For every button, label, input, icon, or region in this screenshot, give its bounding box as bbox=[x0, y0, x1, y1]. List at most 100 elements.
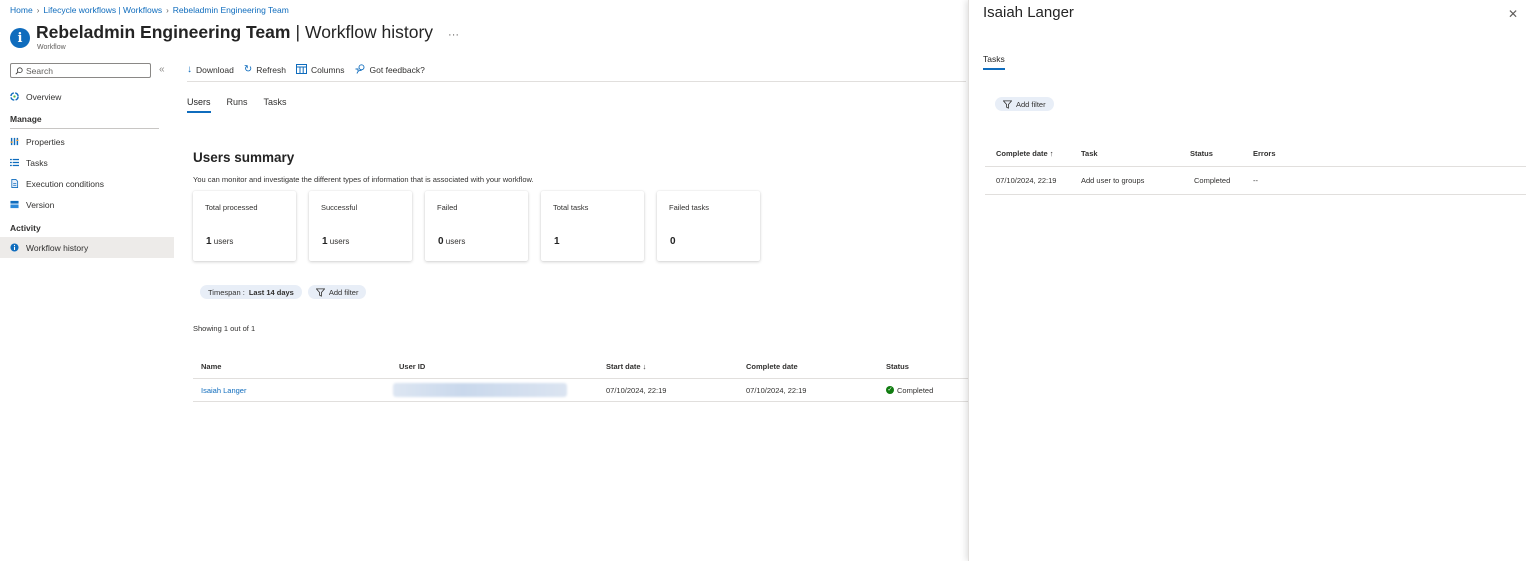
breadcrumb-workflow[interactable]: Rebeladmin Engineering Team bbox=[173, 5, 289, 15]
status-cell: ✓ Completed bbox=[886, 386, 966, 395]
status-text: Completed bbox=[897, 385, 934, 395]
sidebar-item-workflow-history[interactable]: Workflow history bbox=[0, 237, 174, 258]
card-unit: users bbox=[445, 237, 466, 246]
sidebar-item-tasks[interactable]: Tasks bbox=[0, 152, 174, 173]
document-icon bbox=[10, 179, 19, 188]
card-unit: users bbox=[213, 237, 234, 246]
nav-section-activity: Activity bbox=[10, 223, 41, 233]
summary-card-failed-tasks: Failed tasks 0 bbox=[657, 191, 760, 261]
card-label: Successful bbox=[321, 203, 358, 212]
sidebar-item-label: Workflow history bbox=[26, 242, 89, 253]
collapse-sidebar-button[interactable]: « bbox=[159, 64, 165, 75]
filter-icon bbox=[1003, 99, 1012, 109]
errors-cell: -- bbox=[1253, 176, 1258, 185]
columns-icon bbox=[295, 63, 307, 76]
filter-icon bbox=[315, 287, 325, 297]
sidebar-item-label: Tasks bbox=[26, 157, 48, 168]
card-label: Total tasks bbox=[553, 203, 589, 212]
search-input[interactable]: Search bbox=[10, 63, 151, 78]
column-header-status[interactable]: Status bbox=[886, 362, 966, 371]
more-options-button[interactable]: ··· bbox=[448, 29, 459, 41]
table-row[interactable]: Isaiah Langer 07/10/2024, 22:19 07/10/20… bbox=[193, 379, 968, 402]
details-panel: Isaiah Langer ✕ Tasks Add filter Complet… bbox=[968, 0, 1536, 561]
card-value: 0 bbox=[670, 236, 676, 247]
complete-date-cell: 07/10/2024, 22:19 bbox=[746, 385, 807, 395]
breadcrumb-workflows[interactable]: Lifecycle workflows | Workflows bbox=[43, 5, 162, 15]
columns-button[interactable]: Columns bbox=[295, 63, 345, 76]
summary-title: Users summary bbox=[193, 150, 295, 165]
download-button[interactable]: ↓ Download bbox=[187, 64, 234, 75]
result-count: Showing 1 out of 1 bbox=[193, 324, 256, 333]
resource-type: Workflow bbox=[37, 44, 66, 51]
column-header-complete-date[interactable]: Complete date bbox=[746, 362, 886, 371]
users-table: Name User ID Start date ↓ Complete date … bbox=[193, 355, 968, 402]
sidebar-item-label: Properties bbox=[26, 136, 65, 147]
sidebar-item-label: Version bbox=[26, 199, 55, 210]
column-header-task[interactable]: Task bbox=[1081, 149, 1190, 158]
user-id-cell bbox=[393, 383, 606, 397]
tab-tasks[interactable]: Tasks bbox=[264, 97, 287, 113]
panel-tasks-table: Complete date ↑ Task Status Errors 07/10… bbox=[985, 141, 1526, 195]
tab-runs[interactable]: Runs bbox=[227, 97, 248, 113]
summary-card-total-processed: Total processed 1 users bbox=[193, 191, 296, 261]
add-filter-label: Add filter bbox=[1016, 99, 1046, 109]
tab-users[interactable]: Users bbox=[187, 97, 211, 113]
feedback-button[interactable]: Got feedback? bbox=[355, 63, 425, 76]
panel-add-filter-button[interactable]: Add filter bbox=[995, 97, 1054, 111]
refresh-button[interactable]: ↻ Refresh bbox=[244, 64, 286, 75]
sidebar-item-overview[interactable]: Overview bbox=[0, 86, 174, 107]
version-icon bbox=[10, 200, 19, 209]
sidebar-item-version[interactable]: Version bbox=[0, 194, 174, 215]
breadcrumb: Home › Lifecycle workflows | Workflows ›… bbox=[10, 5, 289, 15]
table-header: Name User ID Start date ↓ Complete date … bbox=[193, 355, 968, 379]
complete-date-cell: 07/10/2024, 22:19 bbox=[996, 176, 1057, 185]
download-label: Download bbox=[196, 64, 234, 75]
card-value: 0 bbox=[438, 236, 444, 247]
sidebar-nav: Overview Manage Properties Tasks Executi… bbox=[0, 86, 174, 258]
info-icon: i bbox=[10, 28, 30, 48]
start-date-cell: 07/10/2024, 22:19 bbox=[606, 385, 667, 395]
page-title: Rebeladmin Engineering Team bbox=[36, 22, 291, 42]
page-header: i Rebeladmin Engineering Team | Workflow… bbox=[10, 22, 459, 51]
card-label: Failed tasks bbox=[669, 203, 710, 212]
tab-list: Users Runs Tasks bbox=[187, 97, 287, 113]
status-cell: Completed bbox=[1194, 176, 1231, 185]
table-header: Complete date ↑ Task Status Errors bbox=[985, 141, 1526, 167]
summary-card-successful: Successful 1 users bbox=[309, 191, 412, 261]
nav-section-manage: Manage bbox=[10, 107, 159, 129]
sidebar-item-properties[interactable]: Properties bbox=[0, 131, 174, 152]
table-row[interactable]: 07/10/2024, 22:19 Add user to groups Com… bbox=[985, 167, 1526, 195]
column-header-name[interactable]: Name bbox=[193, 362, 399, 371]
column-header-user-id[interactable]: User ID bbox=[399, 362, 606, 371]
summary-card-total-tasks: Total tasks 1 bbox=[541, 191, 644, 261]
download-icon: ↓ bbox=[187, 64, 192, 75]
columns-label: Columns bbox=[310, 64, 345, 75]
search-placeholder: Search bbox=[26, 65, 53, 76]
panel-tab-tasks[interactable]: Tasks bbox=[983, 54, 1005, 70]
feedback-icon bbox=[355, 63, 366, 76]
refresh-label: Refresh bbox=[256, 64, 286, 75]
card-value: 1 bbox=[206, 236, 212, 247]
card-value: 1 bbox=[322, 236, 328, 247]
refresh-icon: ↻ bbox=[243, 64, 253, 75]
summary-cards: Total processed 1 users Successful 1 use… bbox=[193, 191, 760, 261]
sidebar-item-execution-conditions[interactable]: Execution conditions bbox=[0, 173, 174, 194]
summary-card-failed: Failed 0 users bbox=[425, 191, 528, 261]
command-bar: ↓ Download ↻ Refresh Columns Got feedbac… bbox=[187, 62, 966, 82]
chevron-right-icon: › bbox=[36, 5, 40, 15]
add-filter-button[interactable]: Add filter bbox=[307, 285, 367, 299]
column-header-status[interactable]: Status bbox=[1190, 149, 1253, 158]
column-header-complete-date[interactable]: Complete date ↑ bbox=[985, 149, 1081, 158]
redacted-user-id bbox=[393, 383, 567, 397]
sidebar-item-label: Overview bbox=[26, 91, 62, 102]
breadcrumb-home[interactable]: Home bbox=[10, 5, 33, 15]
title-separator: | bbox=[295, 22, 300, 42]
column-header-errors[interactable]: Errors bbox=[1253, 149, 1313, 158]
info-icon bbox=[10, 243, 19, 252]
timespan-filter[interactable]: Timespan : Last 14 days bbox=[200, 285, 302, 299]
page-subtitle: Workflow history bbox=[305, 22, 434, 42]
user-name-link[interactable]: Isaiah Langer bbox=[193, 386, 399, 395]
close-icon[interactable]: ✕ bbox=[1508, 7, 1518, 21]
task-cell: Add user to groups bbox=[1081, 176, 1145, 185]
column-header-start-date[interactable]: Start date ↓ bbox=[606, 362, 746, 371]
